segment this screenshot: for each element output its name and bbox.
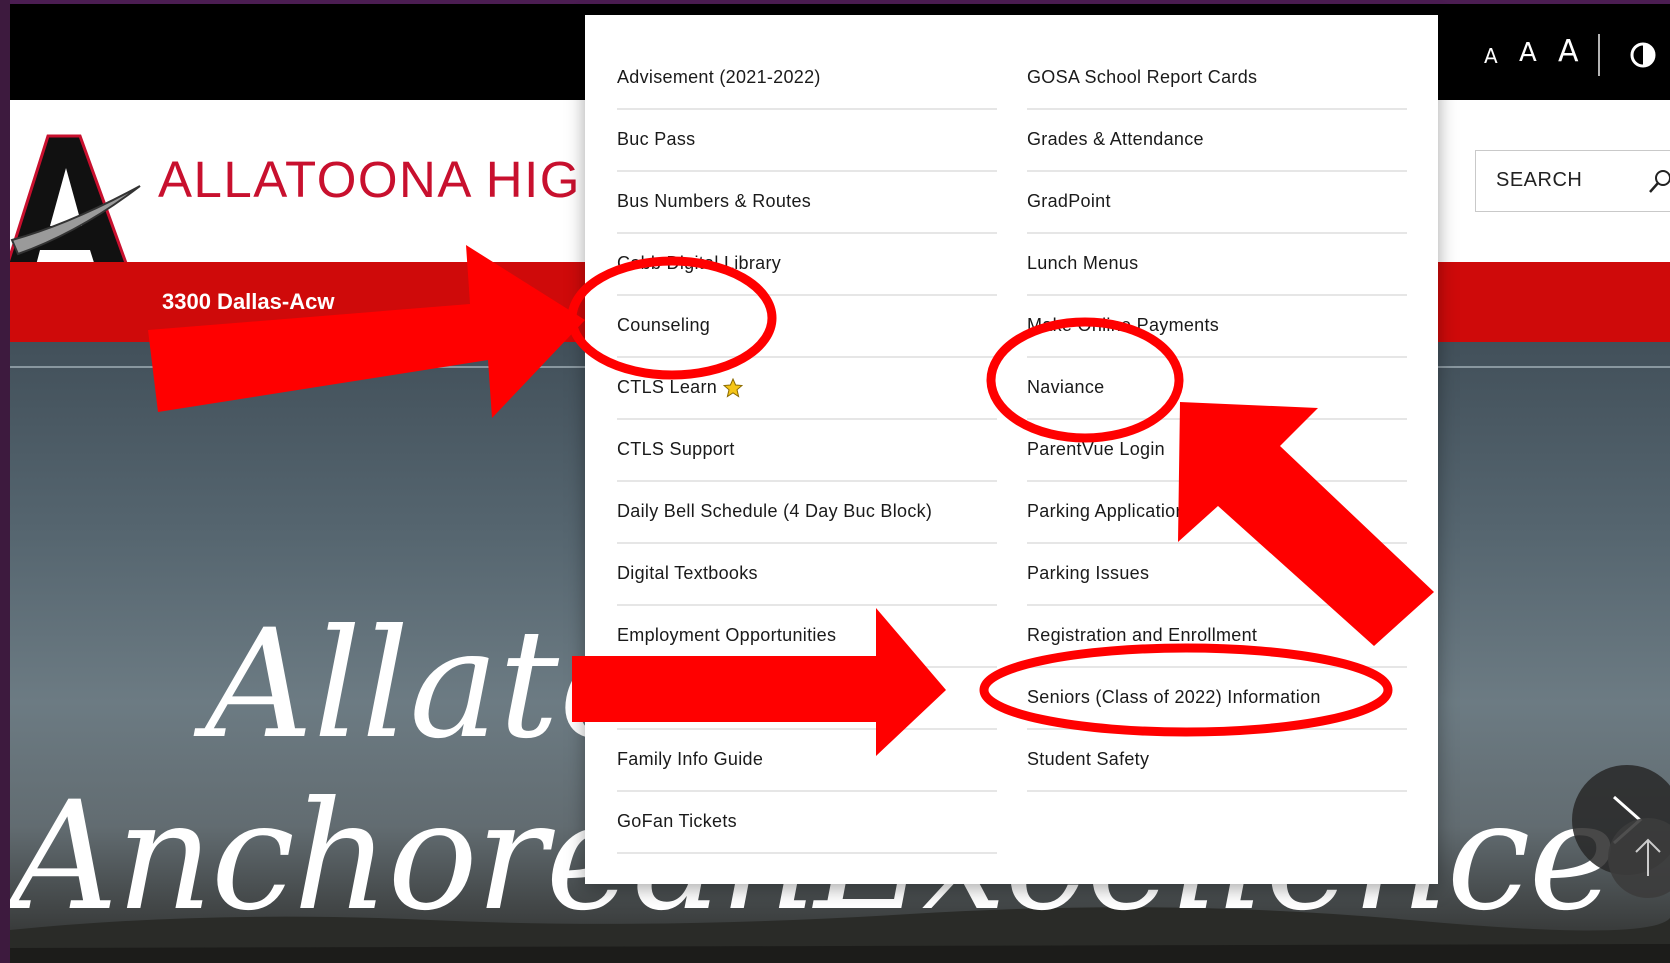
quick-link-label: Grades & Attendance — [1027, 129, 1204, 149]
quick-link-buc-pass[interactable]: Buc Pass — [617, 114, 997, 172]
quick-link-label: Parking Issues — [1027, 563, 1150, 583]
quick-links-dropdown: Advisement (2021-2022) Buc Pass Bus Numb… — [585, 15, 1438, 884]
quick-link-cobb-digital-library[interactable]: Cobb Digital Library — [617, 238, 997, 296]
quick-link-naviance[interactable]: Naviance — [1027, 362, 1407, 420]
quick-link-label: Registration and Enrollment — [1027, 625, 1258, 645]
quick-link-label: Lunch Menus — [1027, 253, 1139, 273]
quick-link-label: Naviance — [1027, 377, 1105, 397]
quick-link-label: Seniors (Class of 2022) Information — [1027, 687, 1321, 707]
quick-link-gofan-tickets[interactable]: GoFan Tickets — [617, 796, 997, 854]
quick-link-label: CTLS Learn — [617, 377, 718, 397]
quick-link-label: GOSA School Report Cards — [1027, 67, 1258, 87]
quick-link-bus-routes[interactable]: Bus Numbers & Routes — [617, 176, 997, 234]
quick-link-digital-textbooks[interactable]: Digital Textbooks — [617, 548, 997, 606]
quick-link-grades-attendance[interactable]: Grades & Attendance — [1027, 114, 1407, 172]
quick-link-seniors-info[interactable]: Seniors (Class of 2022) Information — [1027, 672, 1407, 730]
quick-link-label: Buc Pass — [617, 129, 696, 149]
quick-link-family-info-guide[interactable]: Family Info Guide — [617, 734, 997, 792]
scroll-to-top-button[interactable] — [1608, 818, 1670, 898]
quick-link-gosa-report-cards[interactable]: GOSA School Report Cards — [1027, 52, 1407, 110]
quick-link-label: Advisement (2021-2022) — [617, 67, 821, 87]
quick-link-ctls-support[interactable]: CTLS Support — [617, 424, 997, 482]
text-size-small-button[interactable]: A — [1484, 44, 1498, 68]
text-size-medium-button[interactable]: A — [1519, 38, 1537, 68]
quick-link-label: GoFan Tickets — [617, 811, 737, 831]
quick-link-parking-application[interactable]: Parking Application (F — [1027, 486, 1407, 544]
quick-link-online-payments[interactable]: Make Online Payments — [1027, 300, 1407, 358]
quick-link-obscured[interactable] — [617, 672, 997, 730]
quick-link-employment[interactable]: Employment Opportunities — [617, 610, 997, 668]
utility-bar-accent — [10, 0, 1670, 4]
quick-link-counseling[interactable]: Counseling — [617, 300, 997, 358]
text-size-large-button[interactable]: A — [1558, 34, 1579, 69]
school-name[interactable]: ALLATOONA HIG — [158, 150, 581, 209]
search-icon[interactable] — [1648, 169, 1670, 195]
star-icon — [723, 378, 744, 398]
quick-link-bell-schedule[interactable]: Daily Bell Schedule (4 Day Buc Block) — [617, 486, 997, 544]
quick-link-lunch-menus[interactable]: Lunch Menus — [1027, 238, 1407, 296]
quick-link-label: GradPoint — [1027, 191, 1111, 211]
arrow-up-icon — [1635, 838, 1661, 876]
quick-link-label: Make Online Payments — [1027, 315, 1220, 335]
quick-link-label: Bus Numbers & Routes — [617, 191, 812, 211]
browser-viewport: A A A ALLATOONA HIG SEARCH 3300 Dallas-A… — [10, 0, 1670, 963]
quick-link-label: Parking Application (F — [1027, 501, 1209, 521]
quick-link-gradpoint[interactable]: GradPoint — [1027, 176, 1407, 234]
quick-link-student-safety[interactable]: Student Safety — [1027, 734, 1407, 792]
quick-link-ctls-learn[interactable]: CTLS Learn — [617, 362, 997, 420]
quick-link-advisement[interactable]: Advisement (2021-2022) — [617, 52, 997, 110]
quick-link-registration[interactable]: Registration and Enrollment — [1027, 610, 1407, 668]
contrast-icon[interactable] — [1630, 42, 1656, 68]
quick-link-label: Counseling — [617, 315, 711, 335]
hero-title-line-1: Allato — [205, 598, 650, 772]
school-address: 3300 Dallas-Acw — [162, 289, 335, 314]
quick-link-label: Digital Textbooks — [617, 563, 758, 583]
quick-link-parentvue-login[interactable]: ParentVue Login — [1027, 424, 1407, 482]
quick-link-label: Student Safety — [1027, 749, 1150, 769]
search-input[interactable]: SEARCH — [1475, 150, 1670, 212]
quick-link-parking-issues[interactable]: Parking Issues — [1027, 548, 1407, 606]
utility-divider — [1598, 34, 1600, 76]
quick-link-label: CTLS Support — [617, 439, 735, 459]
quick-link-label: Daily Bell Schedule (4 Day Buc Block) — [617, 501, 933, 521]
quick-link-label: Cobb Digital Library — [617, 253, 782, 273]
quick-link-label: Family Info Guide — [617, 749, 764, 769]
quick-links-right-column: GOSA School Report Cards Grades & Attend… — [1027, 52, 1407, 796]
quick-links-left-column: Advisement (2021-2022) Buc Pass Bus Numb… — [617, 52, 997, 858]
quick-link-label: Employment Opportunities — [617, 625, 837, 645]
quick-link-label: ParentVue Login — [1027, 439, 1165, 459]
search-label: SEARCH — [1496, 169, 1583, 191]
